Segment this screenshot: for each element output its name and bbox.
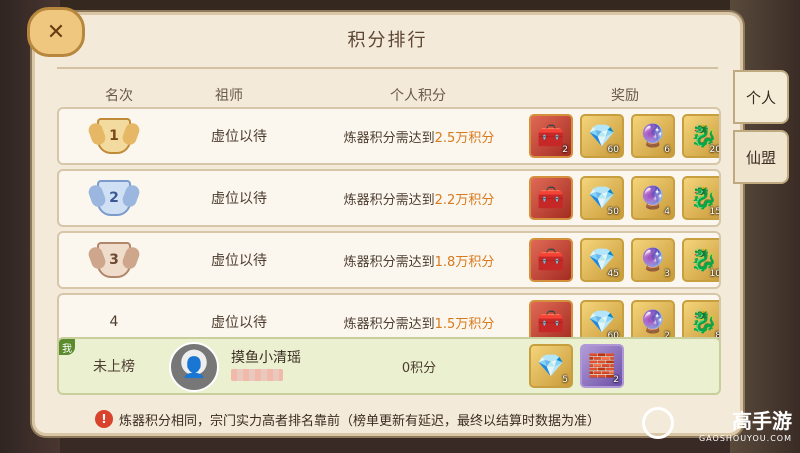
- reward-list: 🧰 💎 45 🔮 3 🐉 10: [529, 238, 719, 282]
- my-score: 0积分: [401, 360, 437, 376]
- ranking-note: ! 炼器积分相同，宗门实力高者排名靠前（榜单更新有延迟，最终以结算时数据为准）: [95, 407, 715, 431]
- score-requirement: 炼器积分需达到 2.2万积分: [343, 192, 495, 208]
- purple-crystal-icon[interactable]: 💎 60: [580, 114, 624, 158]
- col-header-patriarch: 祖师: [215, 88, 243, 104]
- purple-ingot-icon[interactable]: 🧱 2: [580, 344, 624, 388]
- patriarch-name: 虚位以待: [211, 129, 267, 145]
- avatar[interactable]: 👤: [169, 342, 219, 392]
- col-header-rank: 名次: [105, 88, 133, 104]
- col-header-personal-score: 个人积分: [390, 88, 446, 104]
- purple-crystal-icon[interactable]: 💎 45: [580, 238, 624, 282]
- rank-cell: 2: [59, 171, 169, 225]
- table-row: 2 虚位以待 炼器积分需达到 2.2万积分 🧰 💎 50 🔮 4 🐉 15: [57, 169, 721, 227]
- patriarch-name: 虚位以待: [211, 191, 267, 207]
- score-requirement: 炼器积分需达到 1.8万积分: [343, 254, 495, 270]
- col-header-reward: 奖励: [611, 88, 639, 104]
- title-divider: [57, 67, 718, 69]
- table-row: 1 虚位以待 炼器积分需达到 2.5万积分 🧰 2 💎 60 🔮 6 🐉 20: [57, 107, 721, 165]
- reward-list: 🧰 2 💎 60 🔮 6 🐉 20: [529, 114, 719, 158]
- redacted-id: [231, 369, 283, 381]
- watermark: 高手游 GAOSHOUYOU.COM: [642, 405, 792, 445]
- reward-list: 🧰 💎 50 🔮 4 🐉 15: [529, 176, 719, 220]
- tab-alliance[interactable]: 仙盟: [733, 130, 789, 184]
- silver-rank-badge-icon: 2: [86, 177, 142, 219]
- purple-crystal-icon[interactable]: 💎 50: [580, 176, 624, 220]
- player-name: 摸鱼小清瑶: [231, 350, 301, 366]
- ranking-panel: ✕ 积分排行 名次 祖师 个人积分 奖励 1 虚位以待 炼器积分需达到 2.5万积…: [27, 7, 743, 436]
- rank-cell: 未上榜: [93, 359, 135, 375]
- treasure-chest-icon[interactable]: 🧰 2: [529, 114, 573, 158]
- treasure-chest-icon[interactable]: 🧰: [529, 238, 573, 282]
- alert-icon: !: [95, 410, 113, 428]
- gaoshouyou-logo-icon: [642, 407, 674, 439]
- tab-personal[interactable]: 个人: [733, 70, 789, 124]
- jade-beast-icon[interactable]: 🐉 10: [682, 238, 719, 282]
- rank-cell: 1: [59, 109, 169, 163]
- table-row: 3 虚位以待 炼器积分需达到 1.8万积分 🧰 💎 45 🔮 3 🐉 10: [57, 231, 721, 289]
- rainbow-orb-icon[interactable]: 🔮 3: [631, 238, 675, 282]
- treasure-chest-icon[interactable]: 🧰: [529, 176, 573, 220]
- rainbow-orb-icon[interactable]: 🔮 6: [631, 114, 675, 158]
- jade-beast-icon[interactable]: 🐉 20: [682, 114, 719, 158]
- gold-rank-badge-icon: 1: [86, 115, 142, 157]
- my-rank-row: 我 未上榜 👤 摸鱼小清瑶 0积分 💎 5 🧱 2: [57, 337, 721, 395]
- purple-crystal-icon[interactable]: 💎 5: [529, 344, 573, 388]
- bronze-rank-badge-icon: 3: [86, 239, 142, 281]
- jade-beast-icon[interactable]: 🐉 15: [682, 176, 719, 220]
- panel-title: 积分排行: [347, 30, 428, 51]
- rainbow-orb-icon[interactable]: 🔮 4: [631, 176, 675, 220]
- reward-list: 💎 5 🧱 2: [529, 344, 624, 388]
- score-requirement: 炼器积分需达到 2.5万积分: [343, 130, 495, 146]
- patriarch-name: 虚位以待: [211, 253, 267, 269]
- rank-cell: 3: [59, 233, 169, 287]
